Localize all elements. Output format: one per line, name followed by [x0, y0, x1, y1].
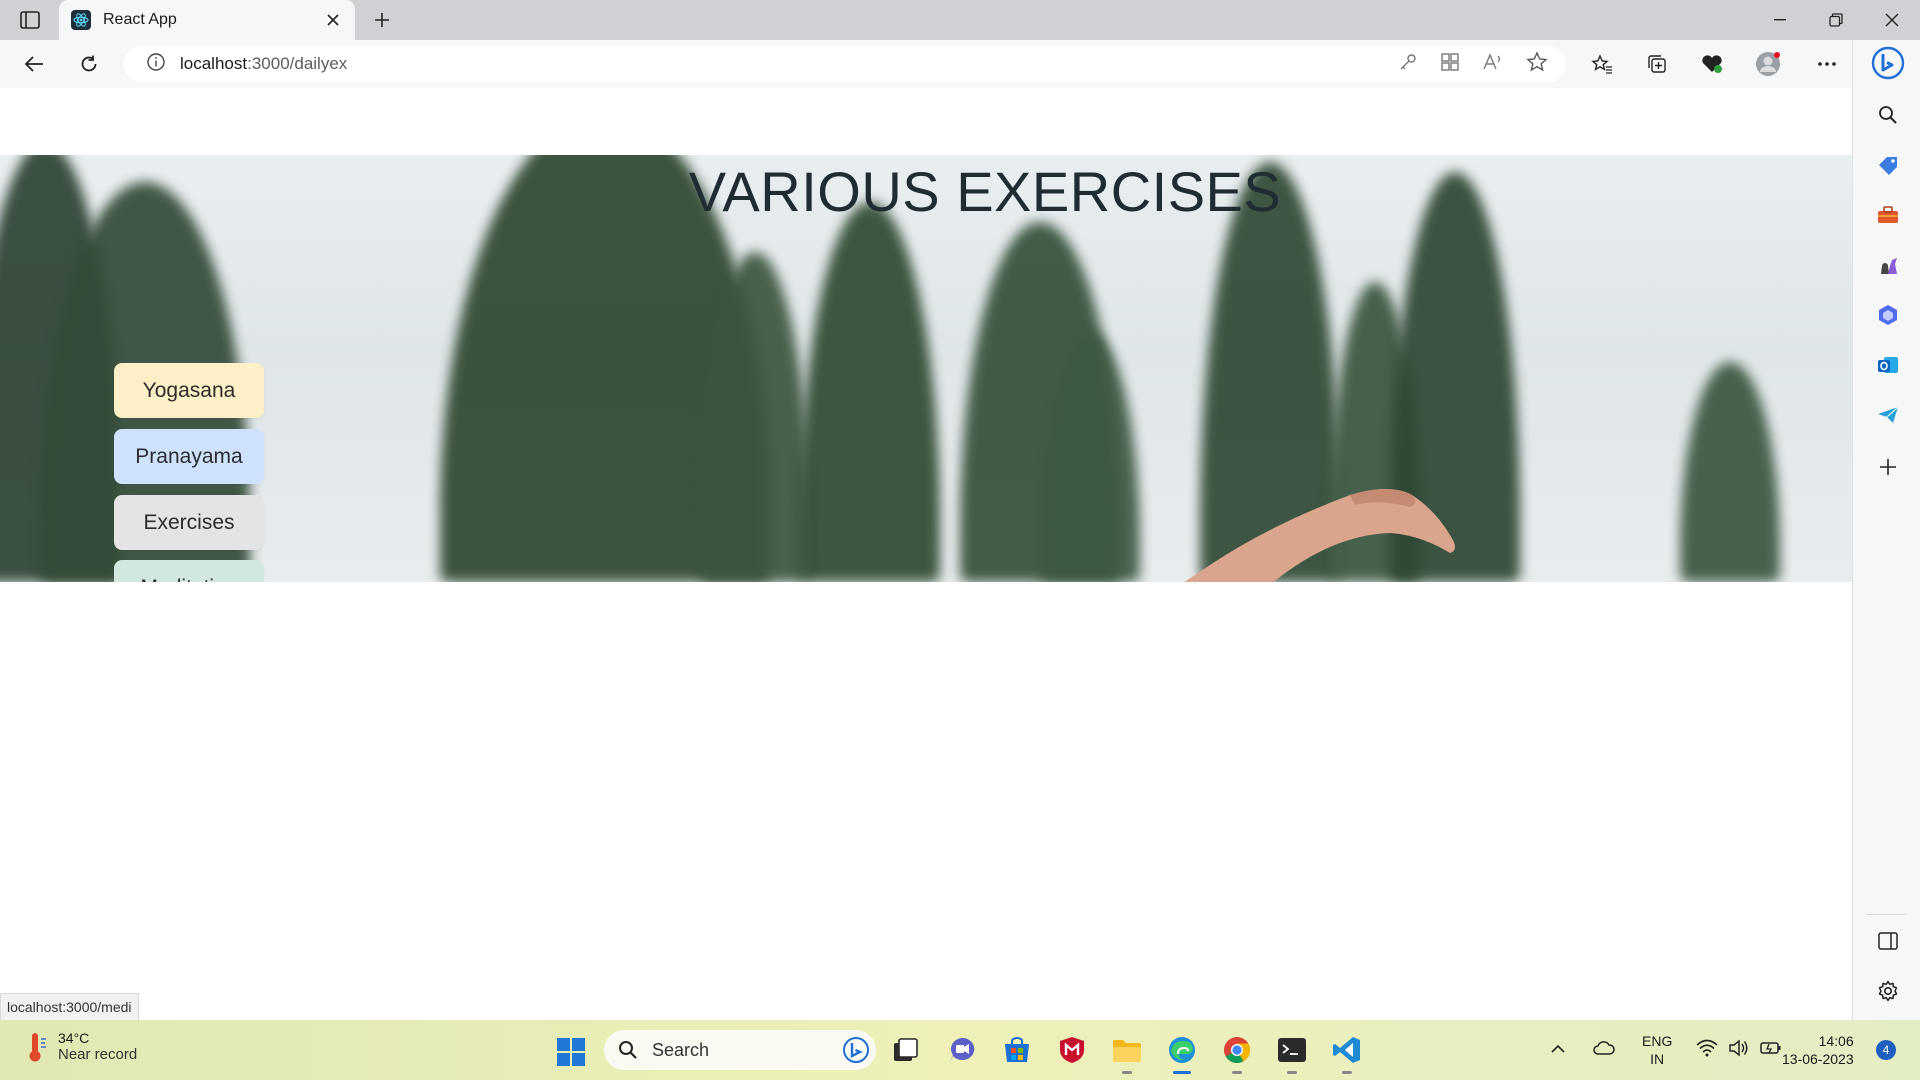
- windows-taskbar: 34°C Near record Search ENG IN 14:06 13-0…: [0, 1020, 1920, 1080]
- vscode-icon[interactable]: [1329, 1032, 1365, 1074]
- restore-icon[interactable]: [1808, 0, 1864, 40]
- chevron-up-icon[interactable]: [1550, 1041, 1566, 1059]
- read-aloud-icon[interactable]: [1482, 52, 1504, 77]
- running-indicator: [1342, 1071, 1352, 1074]
- star-icon[interactable]: [1526, 50, 1548, 78]
- chrome-icon[interactable]: [1219, 1032, 1255, 1074]
- tools-briefcase-icon[interactable]: [1875, 202, 1901, 228]
- microsoft-365-icon[interactable]: [1875, 302, 1901, 328]
- status-bar-url: localhost:3000/medi: [0, 993, 139, 1020]
- close-window-icon[interactable]: [1864, 0, 1920, 40]
- thermometer-icon: [29, 1032, 46, 1061]
- browser-toolbar: localhost:3000/dailyex: [0, 40, 1852, 88]
- hero-banner: VARIOUS EXERCISES Yogasana Pranayama Exe…: [0, 155, 1852, 582]
- edge-browser-icon[interactable]: [1164, 1032, 1200, 1074]
- url-text[interactable]: localhost:3000/dailyex: [180, 54, 347, 74]
- microsoft-store-icon[interactable]: [999, 1032, 1035, 1068]
- tree-shape: [1680, 362, 1780, 582]
- search-icon[interactable]: [1875, 102, 1901, 128]
- yogasana-button[interactable]: Yogasana: [114, 363, 264, 418]
- mcafee-icon[interactable]: [1054, 1032, 1090, 1068]
- shopping-tag-icon[interactable]: [1875, 152, 1901, 178]
- terminal-icon[interactable]: [1274, 1032, 1310, 1074]
- search-icon: [619, 1041, 637, 1059]
- key-icon[interactable]: [1398, 52, 1418, 77]
- new-tab-icon[interactable]: [368, 6, 396, 34]
- battery-icon[interactable]: [1760, 1040, 1782, 1061]
- web-page: VARIOUS EXERCISES Yogasana Pranayama Exe…: [0, 88, 1852, 1020]
- close-tab-icon[interactable]: [323, 10, 343, 30]
- add-sidebar-app-icon[interactable]: [1875, 454, 1901, 480]
- clock[interactable]: 14:06 13-06-2023: [1782, 1032, 1854, 1068]
- address-bar[interactable]: localhost:3000/dailyex: [124, 46, 1566, 82]
- running-indicator: [1287, 1071, 1297, 1074]
- window-controls: [1752, 0, 1920, 40]
- weather-widget[interactable]: 34°C Near record: [24, 1030, 137, 1063]
- file-explorer-icon[interactable]: [1109, 1032, 1145, 1074]
- arm-image: [1184, 489, 1455, 582]
- taskbar-search-box[interactable]: Search: [604, 1030, 876, 1070]
- refresh-icon[interactable]: [73, 48, 105, 80]
- weather-temperature: 34°C: [58, 1030, 90, 1046]
- language-indicator[interactable]: ENG IN: [1642, 1032, 1672, 1068]
- volume-icon[interactable]: [1728, 1038, 1750, 1062]
- settings-gear-icon[interactable]: [1875, 978, 1901, 1004]
- onedrive-cloud-icon[interactable]: [1592, 1040, 1616, 1061]
- search-label: Search: [652, 1039, 710, 1060]
- favorites-icon[interactable]: [1586, 48, 1618, 80]
- exercises-button[interactable]: Exercises: [114, 495, 264, 550]
- bing-copilot-icon[interactable]: [1871, 46, 1905, 80]
- task-view-icon[interactable]: [888, 1032, 924, 1068]
- back-arrow-icon[interactable]: [18, 48, 50, 80]
- notification-badge[interactable]: 4: [1876, 1040, 1896, 1060]
- tree-shape: [800, 202, 940, 582]
- games-chess-icon[interactable]: [1875, 252, 1901, 278]
- system-tray: ENG IN: [1550, 1030, 1782, 1070]
- minimize-icon[interactable]: [1752, 0, 1808, 40]
- weather-description: Near record: [58, 1046, 138, 1063]
- active-indicator: [1173, 1071, 1191, 1074]
- running-indicator: [1122, 1071, 1132, 1074]
- hide-sidebar-icon[interactable]: [1875, 928, 1901, 954]
- clock-date: 13-06-2023: [1782, 1051, 1854, 1067]
- tab-actions-icon[interactable]: [14, 8, 46, 32]
- browser-tab-react-app[interactable]: React App: [59, 0, 355, 40]
- pranayama-button[interactable]: Pranayama: [114, 429, 264, 484]
- windows-start-icon[interactable]: [556, 1037, 586, 1067]
- profile-avatar-icon[interactable]: [1752, 48, 1784, 80]
- running-indicator: [1232, 1071, 1242, 1074]
- meditation-button[interactable]: Meditation: [114, 560, 264, 582]
- bing-icon: [843, 1037, 869, 1063]
- browser-essentials-icon[interactable]: [1696, 48, 1728, 80]
- outlook-icon[interactable]: [1875, 352, 1901, 378]
- telegram-send-icon[interactable]: [1875, 402, 1901, 428]
- more-options-icon[interactable]: [1811, 48, 1843, 80]
- clock-time: 14:06: [1818, 1033, 1854, 1049]
- wifi-icon[interactable]: [1696, 1039, 1718, 1062]
- teams-chat-icon[interactable]: [944, 1032, 980, 1068]
- tab-title: React App: [103, 11, 177, 28]
- page-title: VARIOUS EXERCISES: [688, 160, 1282, 223]
- edge-sidebar: [1852, 40, 1920, 1020]
- react-favicon-icon: [71, 10, 91, 30]
- browser-tab-strip: React App: [0, 0, 1920, 40]
- collections-icon[interactable]: [1641, 48, 1673, 80]
- sidebar-divider: [1867, 914, 1907, 915]
- apps-icon[interactable]: [1440, 52, 1460, 77]
- info-icon[interactable]: [146, 52, 166, 77]
